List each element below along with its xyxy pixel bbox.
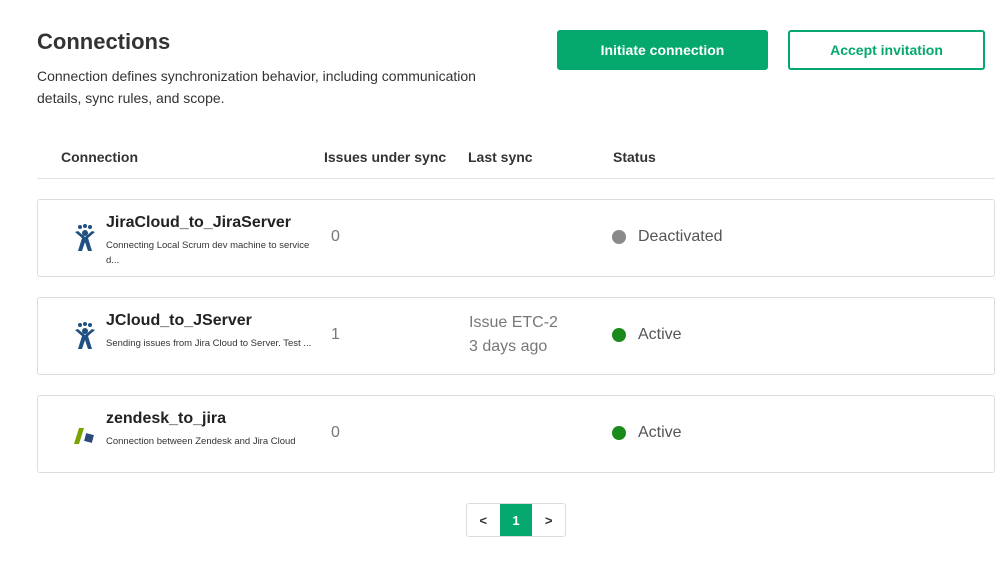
initiate-connection-button[interactable]: Initiate connection [557,30,768,70]
connection-row[interactable]: zendesk_to_jira Connection between Zende… [37,395,995,473]
connection-description: Connection between Zendesk and Jira Clou… [106,436,296,447]
accept-invitation-button[interactable]: Accept invitation [788,30,985,70]
connection-name[interactable]: JiraCloud_to_JiraServer [106,214,291,232]
status-label: Deactivated [638,228,723,245]
column-header-last-sync: Last sync [468,149,533,165]
status-label: Active [638,424,682,441]
connection-description: Connecting Local Scrum dev machine to se… [106,240,310,266]
status-dot [612,328,626,342]
jira-icon [75,322,95,349]
connection-row[interactable]: JiraCloud_to_JiraServer Connecting Local… [37,199,995,277]
status-indicator: Active [612,326,682,344]
page-description: Connection defines synchronization behav… [37,68,476,106]
status-indicator: Deactivated [612,228,723,246]
status-dot [612,426,626,440]
column-header-status: Status [613,149,656,165]
last-sync-time: 3 days ago [469,338,548,355]
status-indicator: Active [612,424,682,442]
table-header: Connection Issues under sync Last sync S… [37,140,995,179]
issues-under-sync-count: 0 [331,424,340,441]
connection-description: Sending issues from Jira Cloud to Server… [106,338,312,349]
issues-under-sync-count: 1 [331,326,340,343]
pagination: < 1 > [466,503,566,537]
connection-row[interactable]: JCloud_to_JServer Sending issues from Ji… [37,297,995,375]
column-header-connection: Connection [61,149,138,165]
page-title: Connections [37,29,171,54]
jira-icon [75,224,95,251]
status-dot [612,230,626,244]
column-header-issues-under-sync: Issues under sync [324,149,447,165]
connection-name[interactable]: JCloud_to_JServer [106,312,252,330]
zendesk-icon [74,428,94,444]
previous-page-button[interactable]: < [467,504,500,536]
next-page-button[interactable]: > [532,504,565,536]
status-label: Active [638,326,682,343]
last-sync: Issue ETC-2 3 days ago [469,311,558,359]
issues-under-sync-count: 0 [331,228,340,245]
connection-name[interactable]: zendesk_to_jira [106,410,226,428]
last-sync-issue[interactable]: Issue ETC-2 [469,311,558,335]
page-1-button[interactable]: 1 [499,504,533,536]
